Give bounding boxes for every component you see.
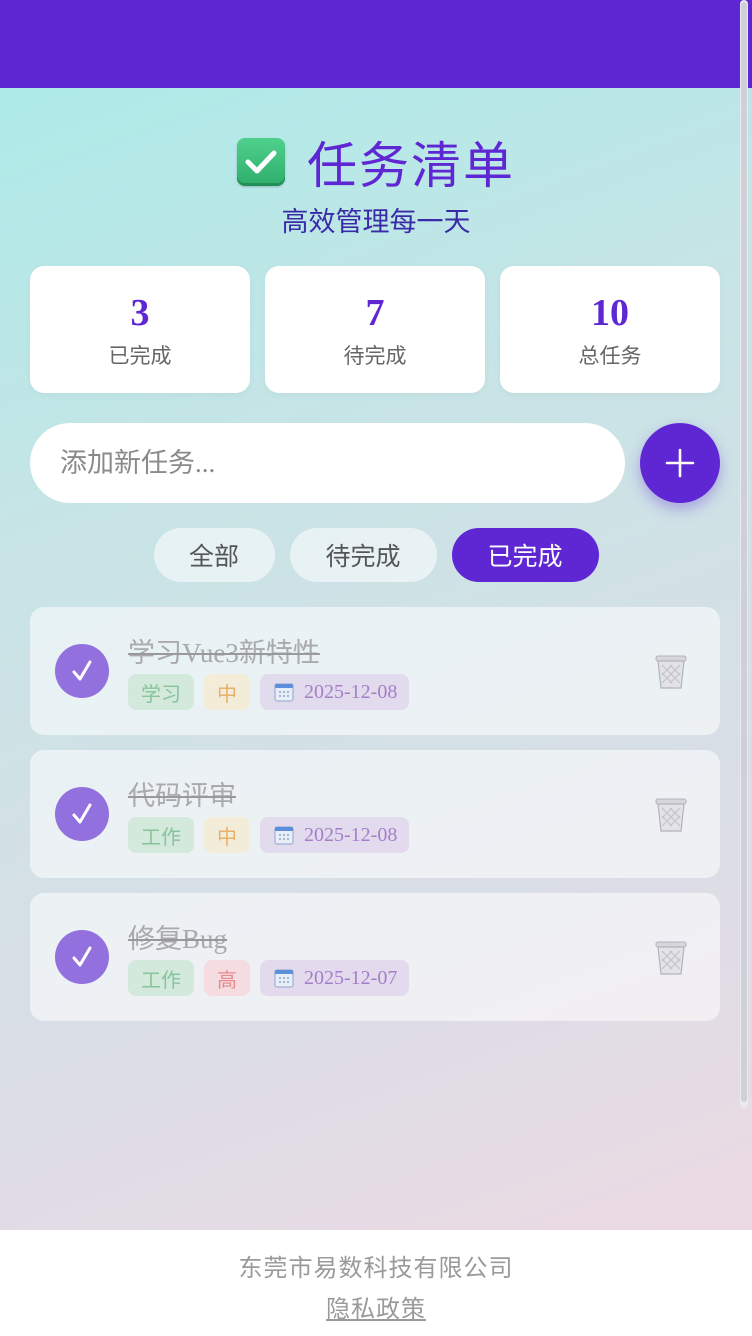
date-tag: 2025-12-07 [260, 960, 410, 996]
stat-value: 3 [130, 292, 150, 334]
plus-icon [665, 448, 695, 478]
trash-icon [655, 798, 687, 832]
task-item: 学习Vue3新特性 学习 中 2025-12-08 [30, 607, 720, 735]
add-task-button[interactable] [640, 423, 720, 503]
date-tag: 2025-12-08 [260, 674, 410, 710]
delete-task-button[interactable] [652, 796, 690, 839]
page-header: 任务清单 高效管理每一天 [0, 128, 752, 239]
checkmark-icon [72, 946, 92, 967]
task-meta: 工作 高 2025-12-07 [128, 960, 410, 996]
task-list: 学习Vue3新特性 学习 中 2025-12-08 代码评审 工作 中 2025… [30, 607, 720, 1036]
task-complete-toggle[interactable] [55, 644, 109, 698]
category-tag: 学习 [128, 674, 194, 710]
privacy-policy-link[interactable]: 隐私政策 [326, 1289, 426, 1324]
task-date: 2025-12-07 [304, 966, 398, 989]
priority-tag: 中 [204, 817, 250, 853]
stat-card-pending: 7 待完成 [265, 266, 485, 393]
page-title: 任务清单 [307, 138, 515, 194]
task-complete-toggle[interactable] [55, 787, 109, 841]
stat-label: 已完成 [108, 344, 172, 368]
task-title: 修复Bug [128, 924, 228, 954]
task-title: 代码评审 [128, 781, 236, 811]
task-item: 代码评审 工作 中 2025-12-08 [30, 750, 720, 878]
task-title: 学习Vue3新特性 [128, 638, 320, 668]
footer: 东莞市易数科技有限公司 隐私政策 [0, 1230, 752, 1336]
task-date: 2025-12-08 [304, 680, 398, 703]
stat-label: 总任务 [578, 344, 642, 368]
new-task-input[interactable] [30, 423, 625, 503]
filter-tabs: 全部 待完成 已完成 [0, 528, 752, 582]
stat-label: 待完成 [343, 344, 407, 368]
stat-card-total: 10 总任务 [500, 266, 720, 393]
delete-task-button[interactable] [652, 939, 690, 982]
date-tag: 2025-12-08 [260, 817, 410, 853]
task-meta: 学习 中 2025-12-08 [128, 674, 410, 710]
calendar-icon [274, 969, 294, 988]
stats-row: 3 已完成 7 待完成 10 总任务 [30, 266, 720, 393]
priority-tag: 中 [204, 674, 250, 710]
stat-card-completed: 3 已完成 [30, 266, 250, 393]
stat-value: 7 [365, 292, 385, 334]
trash-icon [655, 941, 687, 975]
stat-value: 10 [591, 292, 629, 334]
calendar-icon [274, 683, 294, 702]
task-date: 2025-12-08 [304, 823, 398, 846]
trash-icon [655, 655, 687, 689]
page-subtitle: 高效管理每一天 [281, 207, 471, 237]
checkmark-icon [72, 803, 92, 824]
priority-tag: 高 [204, 960, 250, 996]
company-name: 东莞市易数科技有限公司 [238, 1256, 514, 1282]
checkmark-icon [72, 660, 92, 681]
task-meta: 工作 中 2025-12-08 [128, 817, 410, 853]
tab-completed[interactable]: 已完成 [451, 528, 599, 582]
calendar-icon [274, 826, 294, 845]
category-tag: 工作 [128, 817, 194, 853]
tab-pending[interactable]: 待完成 [289, 528, 437, 582]
task-item: 修复Bug 工作 高 2025-12-07 [30, 893, 720, 1021]
check-mark-icon [237, 138, 285, 186]
delete-task-button[interactable] [652, 653, 690, 696]
tab-all[interactable]: 全部 [153, 528, 275, 582]
task-complete-toggle[interactable] [55, 930, 109, 984]
top-bar [0, 0, 752, 88]
category-tag: 工作 [128, 960, 194, 996]
title-row: 任务清单 [0, 128, 752, 196]
add-task-row [30, 423, 720, 503]
